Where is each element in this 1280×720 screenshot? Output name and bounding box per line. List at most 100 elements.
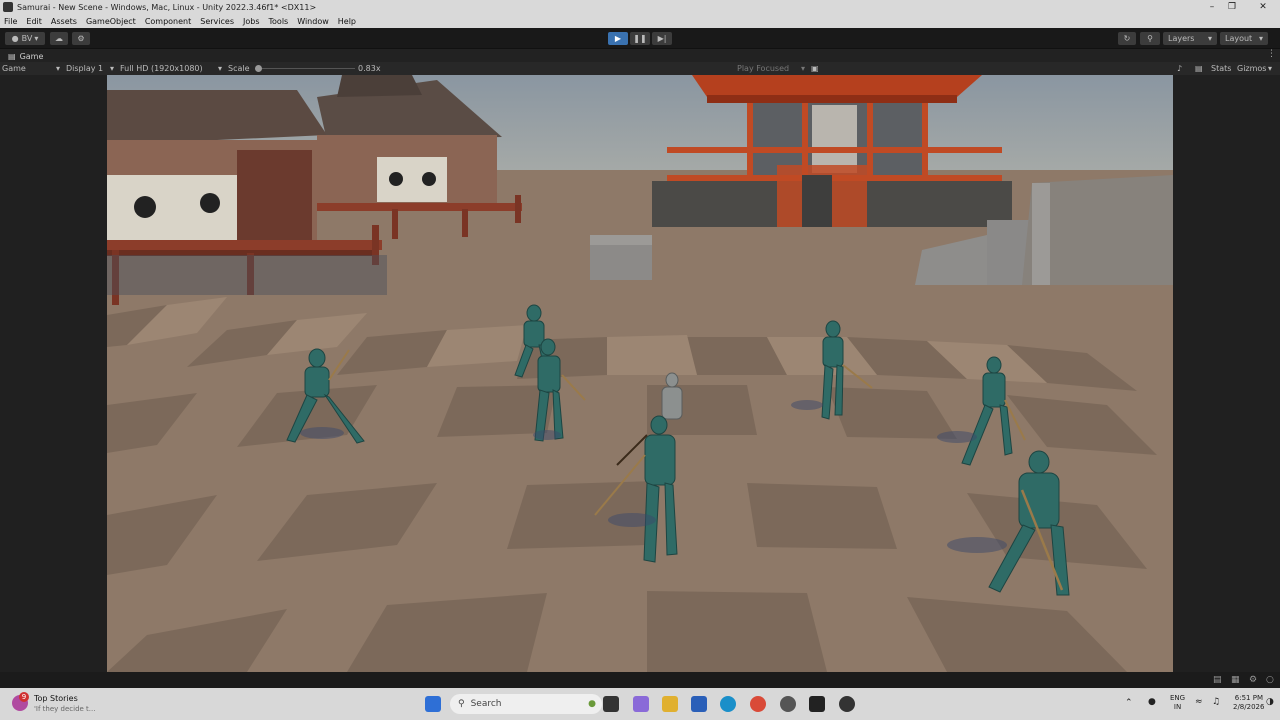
menu-file[interactable]: File (4, 17, 17, 26)
resolution-label: Full HD (1920x1080) (120, 64, 203, 73)
display-label: Display 1 (66, 64, 104, 73)
language-top: ENG (1170, 694, 1186, 702)
windows-start-icon[interactable] (425, 696, 441, 712)
wifi-icon[interactable]: ≈ (1195, 697, 1203, 707)
collab-button[interactable]: ⚙ (72, 32, 90, 45)
notification-icon[interactable]: ○ (1266, 675, 1274, 685)
chevron-up-icon[interactable]: ⌃ (1125, 698, 1133, 708)
window-title: Samurai - New Scene - Windows, Mac, Linu… (17, 2, 317, 12)
layers-dropdown[interactable]: Layers ▾ (1163, 32, 1217, 45)
copilot-icon[interactable] (633, 696, 649, 712)
layout-label: Layout (1225, 34, 1253, 43)
news-badge: 9 (19, 692, 29, 702)
mute-audio-icon[interactable]: ♪ (1177, 62, 1182, 75)
account-button[interactable]: ● BV ▾ (5, 32, 45, 45)
recording-app-icon[interactable] (839, 696, 855, 712)
notifications-icon[interactable]: ◑ (1266, 697, 1274, 707)
gizmos-button[interactable]: Gizmos (1237, 62, 1266, 75)
scale-slider-thumb[interactable] (255, 65, 262, 72)
game-tab-icon: ▤ (8, 51, 16, 61)
step-button[interactable]: ▶| (652, 32, 672, 45)
menu-window[interactable]: Window (297, 17, 329, 26)
unity-hub-icon[interactable] (780, 696, 796, 712)
account-label: BV (21, 34, 33, 43)
collab-status-icon[interactable]: ⚙ (1249, 675, 1257, 685)
tab-game-label: Game (19, 51, 44, 61)
layers-label: Layers (1168, 34, 1195, 43)
clock[interactable]: 6:51 PM 2/8/2026 (1233, 694, 1265, 712)
display-dropdown[interactable]: Display 1 ▾ (66, 62, 114, 75)
search-icon: ⚲ (1147, 34, 1153, 43)
clock-date: 2/8/2026 (1233, 703, 1265, 711)
step-icon: ▶| (657, 34, 667, 43)
microphone-icon[interactable]: ● (1148, 697, 1156, 707)
play-focused-dropdown[interactable]: Play Focused ▾ (737, 62, 805, 75)
search-icon: ⚲ (458, 699, 465, 709)
menu-jobs[interactable]: Jobs (243, 17, 260, 26)
main-toolbar: ● BV ▾ ☁ ⚙ ▶ ❚❚ ▶| ↻ ⚲ Layers ▾ Layout ▾ (0, 28, 1280, 49)
language-indicator[interactable]: ENG IN (1170, 694, 1185, 712)
chrome-icon[interactable] (750, 696, 766, 712)
search-button[interactable]: ⚲ (1140, 32, 1160, 45)
game-mode-dropdown[interactable]: Game ▾ (2, 62, 60, 75)
menu-edit[interactable]: Edit (26, 17, 42, 26)
unity-app-icon (3, 2, 13, 12)
play-button[interactable]: ▶ (608, 32, 628, 45)
news-subtitle[interactable]: 'If they decide t... (34, 705, 95, 713)
pause-button[interactable]: ❚❚ (630, 32, 650, 45)
right-letterbox (1173, 75, 1280, 672)
chevron-down-icon: ▾ (217, 64, 222, 73)
history-button[interactable]: ↻ (1118, 32, 1136, 45)
chevron-down-icon: ▾ (55, 64, 60, 73)
menu-services[interactable]: Services (200, 17, 234, 26)
volume-icon[interactable]: ♫ (1212, 697, 1220, 707)
menu-bar: File Edit Assets GameObject Component Se… (0, 14, 1280, 28)
game-viewport[interactable] (107, 75, 1173, 672)
debug-icon[interactable]: ▦ (1231, 675, 1240, 685)
left-letterbox (0, 75, 107, 672)
resolution-dropdown[interactable]: Full HD (1920x1080) ▾ (120, 62, 222, 75)
search-placeholder: Search (470, 699, 502, 709)
edge-icon[interactable] (720, 696, 736, 712)
cloud-button[interactable]: ☁ (50, 32, 68, 45)
close-button[interactable]: ✕ (1246, 0, 1280, 14)
play-icon: ▶ (614, 34, 622, 43)
maximize-button[interactable]: ❐ (1215, 0, 1249, 14)
cloud-icon: ☁ (55, 34, 63, 43)
history-icon: ↻ (1123, 34, 1131, 43)
scale-value: 0.83x (358, 64, 381, 73)
chevron-down-icon: ▾ (109, 64, 114, 73)
menu-assets[interactable]: Assets (51, 17, 77, 26)
game-view-controlbar: Game ▾ Display 1 ▾ Full HD (1920x1080) ▾… (0, 62, 1280, 75)
taskbar-search[interactable]: ⚲ Search ● (450, 694, 602, 714)
frame-debugger-icon[interactable]: ▣ (811, 62, 819, 75)
chevron-down-icon: ▾ (800, 64, 805, 73)
game-scene (107, 75, 1173, 672)
chevron-down-icon: ▾ (1258, 34, 1263, 43)
chevron-down-icon: ▾ (34, 34, 39, 43)
menu-tools[interactable]: Tools (269, 17, 289, 26)
news-title[interactable]: Top Stories (34, 694, 78, 703)
menu-help[interactable]: Help (338, 17, 356, 26)
editor-status-bar: ▤ ▦ ⚙ ○ (0, 672, 1280, 688)
file-explorer-icon[interactable] (662, 696, 678, 712)
layout-dropdown[interactable]: Layout ▾ (1220, 32, 1268, 45)
unity-editor-icon[interactable] (809, 696, 825, 712)
scale-slider[interactable] (255, 62, 355, 75)
menu-component[interactable]: Component (145, 17, 191, 26)
menu-gameobject[interactable]: GameObject (86, 17, 136, 26)
progress-icon[interactable]: ▤ (1213, 675, 1222, 685)
scale-label: Scale (228, 64, 250, 73)
task-view-icon[interactable] (603, 696, 619, 712)
more-options-icon[interactable]: ⋮ (1267, 49, 1276, 59)
store-icon[interactable] (691, 696, 707, 712)
clock-time: 6:51 PM (1234, 694, 1263, 702)
play-focused-label: Play Focused (737, 64, 790, 73)
stats-button[interactable]: Stats (1211, 62, 1231, 75)
stats-icon: ▤ (1195, 64, 1203, 73)
search-highlight-icon: ● (588, 699, 596, 709)
game-tab-row: ▤ Game ⋮ (0, 49, 1280, 62)
chevron-down-icon[interactable]: ▾ (1268, 62, 1272, 75)
tab-game[interactable]: ▤ Game (2, 50, 49, 62)
windows-taskbar: 9 Top Stories 'If they decide t... ⚲ Sea… (0, 688, 1280, 720)
